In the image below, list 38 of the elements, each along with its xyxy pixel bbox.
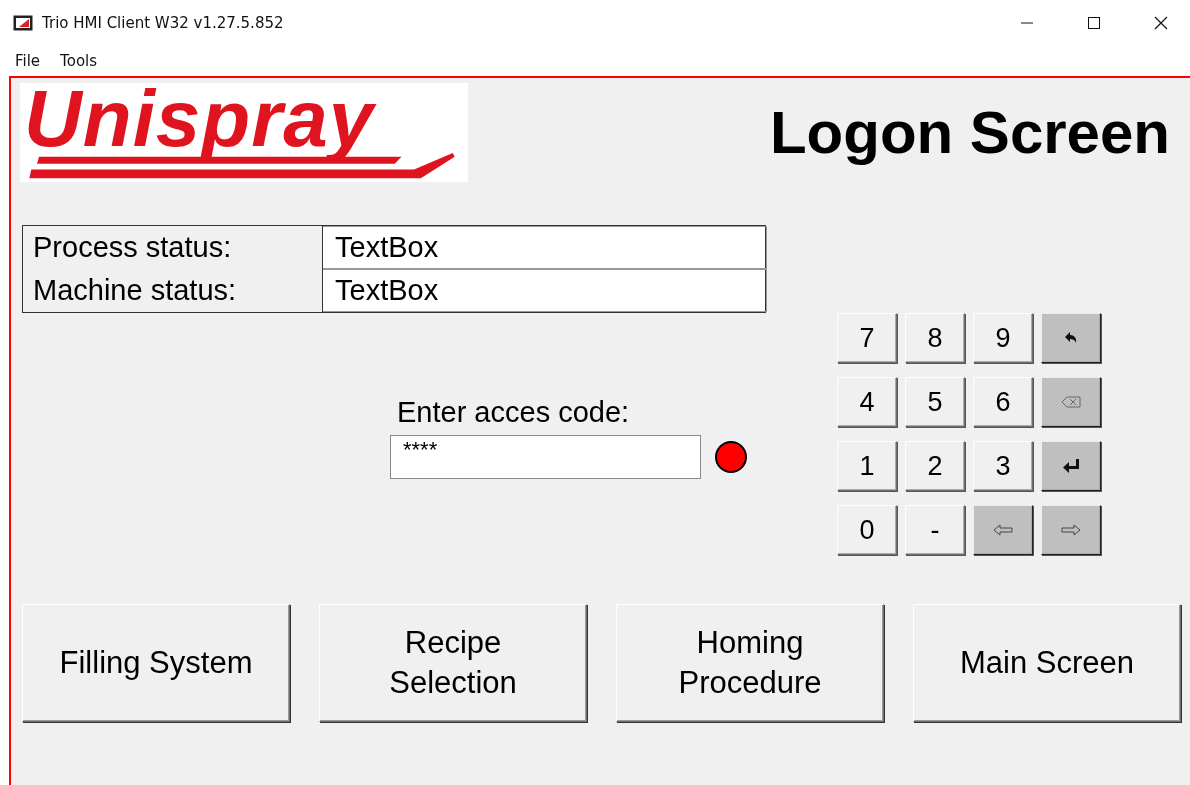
keypad-key[interactable] [1041, 313, 1101, 363]
status-label: Machine status: [23, 269, 323, 312]
keypad-key[interactable]: 4 [837, 377, 897, 427]
undo-arrow-icon [1064, 332, 1078, 344]
nav-button[interactable]: Main Screen [913, 604, 1181, 722]
menu-item[interactable]: File [12, 51, 44, 70]
close-icon[interactable] [1154, 15, 1168, 30]
nav-button[interactable]: Homing Procedure [616, 604, 884, 722]
keypad-key[interactable]: 1 [837, 441, 897, 491]
nav-button[interactable]: Recipe Selection [319, 604, 587, 722]
app-icon [13, 14, 33, 31]
keypad-key[interactable]: - [905, 505, 965, 555]
keypad-key[interactable]: 0 [837, 505, 897, 555]
status-label: Process status: [23, 226, 323, 269]
enter-icon [1062, 459, 1080, 473]
left-arrow-icon [993, 524, 1013, 536]
keypad-key[interactable]: 9 [973, 313, 1033, 363]
keypad-key[interactable]: 6 [973, 377, 1033, 427]
keypad-key[interactable] [1041, 505, 1101, 555]
status-value-field: TextBox [323, 226, 767, 269]
access-code-label: Enter acces code: [397, 395, 631, 429]
keypad-key[interactable] [973, 505, 1033, 555]
keypad-key[interactable]: 3 [973, 441, 1033, 491]
keypad-key[interactable]: 2 [905, 441, 965, 491]
keypad-key[interactable]: 8 [905, 313, 965, 363]
access-code-field[interactable]: **** [390, 435, 701, 479]
keypad-key[interactable] [1041, 377, 1101, 427]
screen-title: Logon Screen [769, 98, 1170, 168]
status-value-field: TextBox [323, 269, 767, 312]
keypad-key[interactable]: 5 [905, 377, 965, 427]
window-title: Trio HMI Client W32 v1.27.5.852 [42, 13, 284, 32]
menu-item[interactable]: Tools [57, 51, 101, 70]
maximize-icon[interactable] [1087, 15, 1101, 30]
right-arrow-icon [1061, 524, 1081, 536]
nav-button[interactable]: Filling System [22, 604, 290, 722]
backspace-icon [1061, 396, 1081, 408]
keypad-key[interactable]: 7 [837, 313, 897, 363]
keypad-key[interactable] [1041, 441, 1101, 491]
